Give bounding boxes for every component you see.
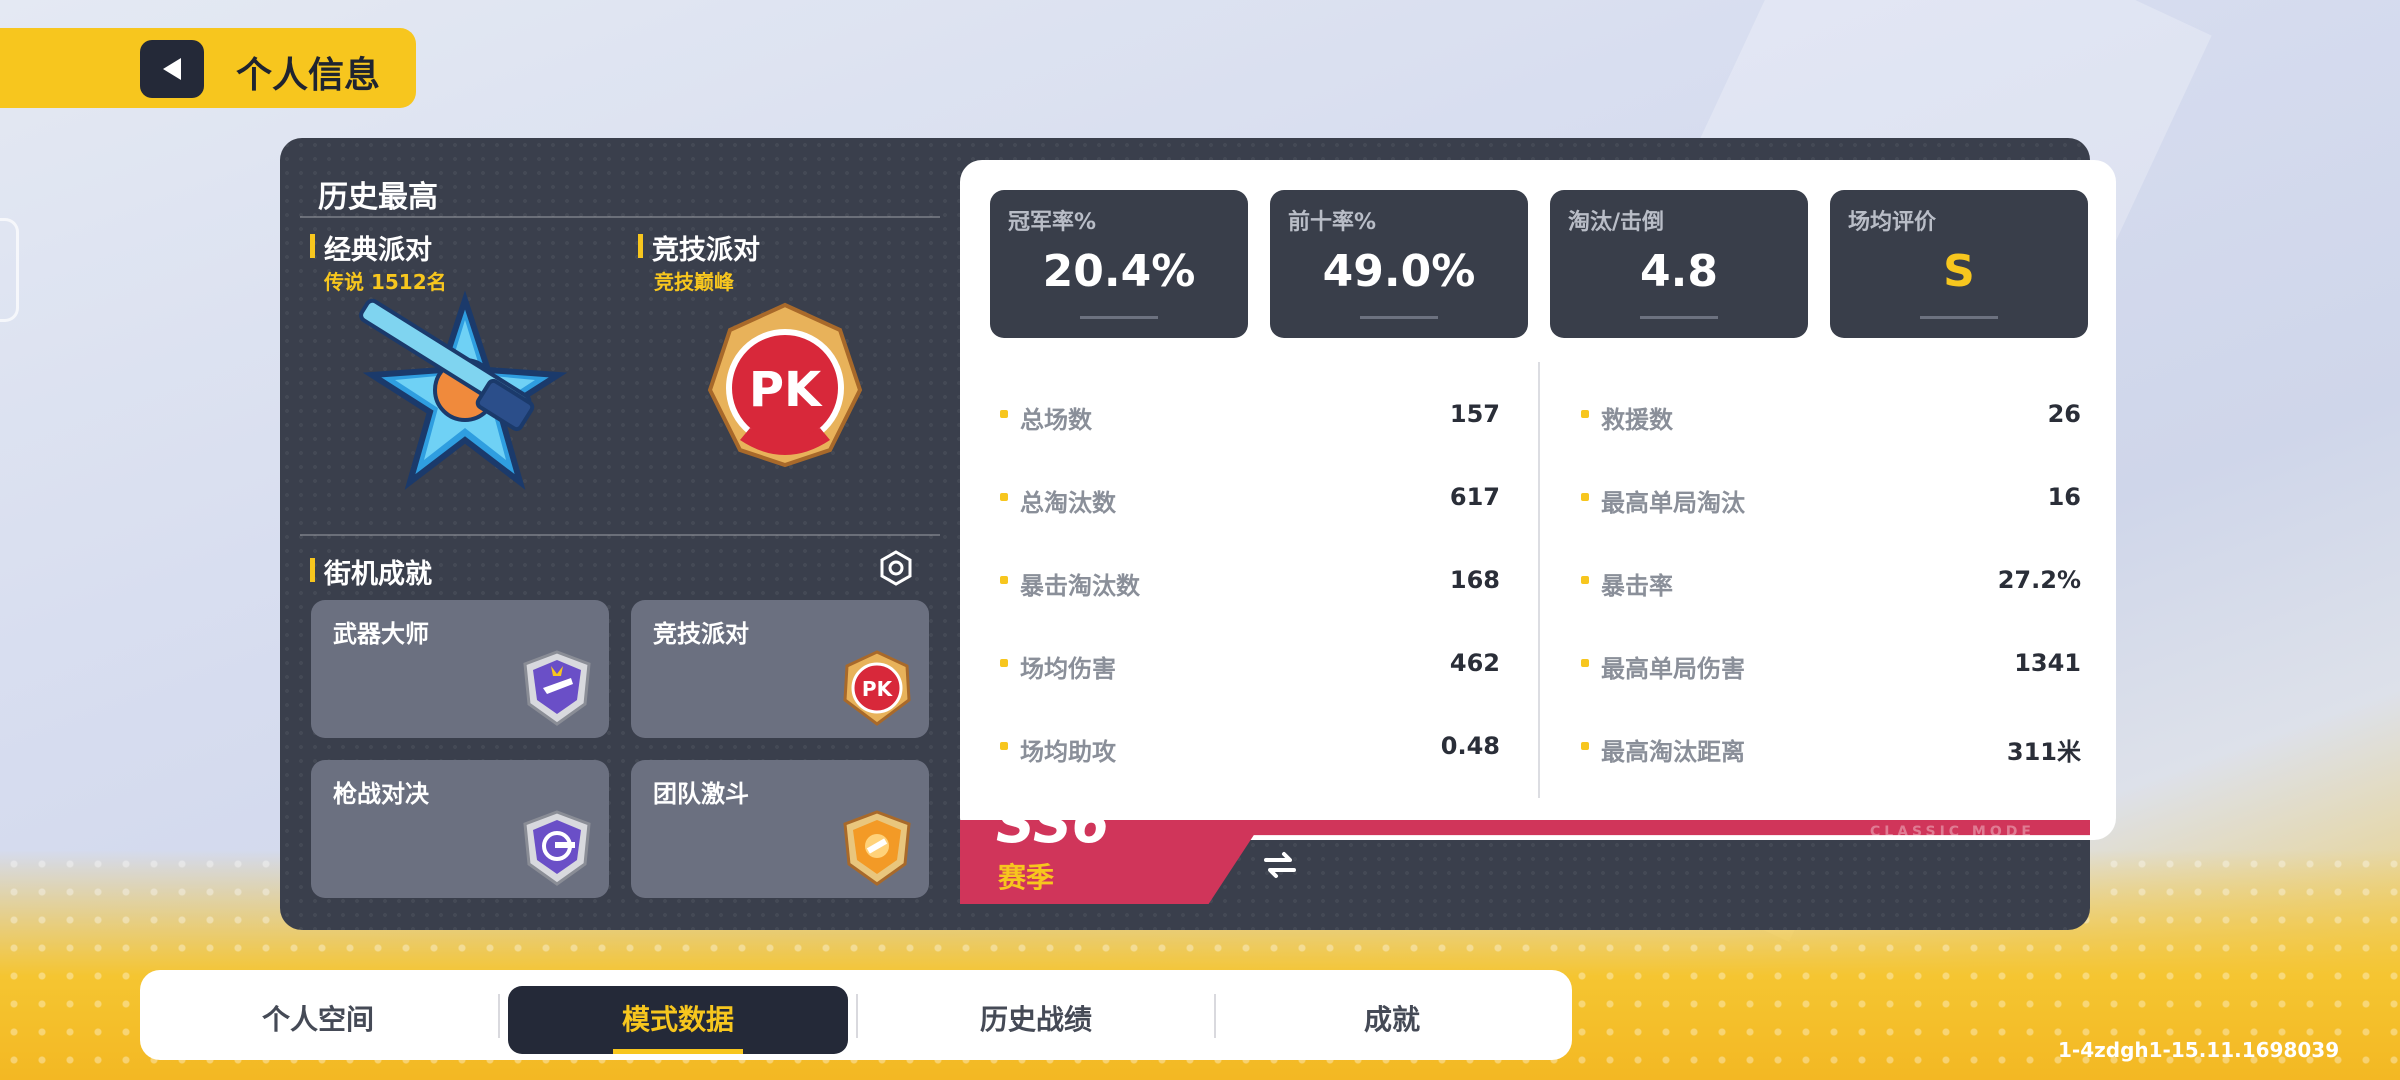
tab-match-history[interactable]: 历史战绩 bbox=[866, 986, 1206, 1054]
divider bbox=[300, 216, 940, 218]
classic-mode-watermark: CLASSIC MODE bbox=[1870, 824, 2035, 840]
team-battle-badge-icon bbox=[843, 810, 911, 886]
version-label: 1-4zdgh1-15.11.1698039 bbox=[2058, 1038, 2340, 1062]
stat-row-value: 157 bbox=[1449, 400, 1500, 428]
stat-row: 最高单局淘汰 16 bbox=[1581, 477, 2081, 517]
settings-gear-icon[interactable] bbox=[878, 550, 914, 586]
competitive-party-heading: 竞技派对 bbox=[638, 228, 760, 267]
tab-personal-space[interactable]: 个人空间 bbox=[148, 986, 488, 1054]
competitive-party-badge-icon: PK bbox=[843, 650, 911, 726]
stat-row: 场均助攻 0.48 bbox=[1000, 726, 1500, 766]
stat-row-value: 0.48 bbox=[1440, 732, 1500, 760]
tab-divider bbox=[856, 994, 858, 1038]
arcade-achievements-heading: 街机成就 bbox=[310, 552, 432, 591]
bullet-icon bbox=[1581, 742, 1589, 750]
stat-row-label: 救援数 bbox=[1601, 406, 1673, 434]
column-divider bbox=[1538, 362, 1540, 798]
stat-row-label: 场均助攻 bbox=[1020, 738, 1116, 766]
stat-box-elim-knockdown: 淘汰/击倒 4.8 bbox=[1550, 190, 1808, 338]
tab-divider bbox=[1214, 994, 1216, 1038]
stat-box-top-ten-rate: 前十率% 49.0% bbox=[1270, 190, 1528, 338]
stat-row-value: 16 bbox=[2047, 483, 2081, 511]
stat-row-value: 26 bbox=[2047, 400, 2081, 428]
card-label: 枪战对决 bbox=[333, 780, 429, 808]
weapon-master-badge-icon bbox=[523, 650, 591, 726]
stat-row-label: 暴击淘汰数 bbox=[1020, 572, 1140, 600]
stat-underline bbox=[1360, 316, 1438, 319]
stat-row-value: 27.2% bbox=[1997, 566, 2081, 594]
stat-row: 场均伤害 462 bbox=[1000, 643, 1500, 683]
bullet-icon bbox=[1581, 576, 1589, 584]
classic-party-heading: 经典派对 bbox=[310, 228, 432, 267]
stat-row-label: 总场数 bbox=[1020, 406, 1092, 434]
stat-underline bbox=[1640, 316, 1718, 319]
stat-row: 总场数 157 bbox=[1000, 394, 1500, 434]
bullet-icon bbox=[1581, 659, 1589, 667]
stat-row-value: 168 bbox=[1449, 566, 1500, 594]
stat-row-value: 311米 bbox=[2006, 738, 2081, 766]
season-code: SS6 bbox=[996, 792, 1110, 855]
stat-row-label: 总淘汰数 bbox=[1020, 489, 1116, 517]
pk-peak-badge-icon: PK bbox=[707, 302, 863, 468]
stat-value: 20.4% bbox=[1042, 246, 1196, 297]
stat-row-label: 最高单局伤害 bbox=[1601, 655, 1745, 683]
bullet-icon bbox=[1581, 493, 1589, 501]
bullet-icon bbox=[1581, 410, 1589, 418]
tab-mode-data[interactable]: 模式数据 bbox=[508, 986, 848, 1054]
bullet-icon bbox=[1000, 659, 1008, 667]
legend-rank-badge-icon bbox=[359, 290, 568, 490]
stat-box-win-rate: 冠军率% 20.4% bbox=[990, 190, 1248, 338]
achievement-card-team-battle[interactable]: 团队激斗 bbox=[631, 760, 929, 898]
achievement-card-competitive-party[interactable]: 竞技派对 PK bbox=[631, 600, 929, 738]
tab-divider bbox=[498, 994, 500, 1038]
stat-value: 4.8 bbox=[1640, 246, 1718, 297]
svg-text:PK: PK bbox=[749, 362, 823, 418]
season-switch-icon[interactable] bbox=[1262, 850, 1298, 880]
card-label: 团队激斗 bbox=[653, 780, 749, 808]
stat-box-average-rating: 场均评价 S bbox=[1830, 190, 2088, 338]
stat-row: 最高淘汰距离 311米 bbox=[1581, 726, 2081, 766]
stat-row: 暴击率 27.2% bbox=[1581, 560, 2081, 600]
achievement-card-gunfight-duel[interactable]: 枪战对决 bbox=[311, 760, 609, 898]
page-title: 个人信息 bbox=[236, 55, 381, 96]
stat-value: 49.0% bbox=[1322, 246, 1476, 297]
gunfight-duel-badge-icon bbox=[523, 810, 591, 886]
stat-label: 场均评价 bbox=[1848, 210, 1937, 235]
card-label: 武器大师 bbox=[333, 620, 429, 648]
stat-value: S bbox=[1943, 246, 1975, 297]
stat-row-label: 最高单局淘汰 bbox=[1601, 489, 1745, 517]
bullet-icon bbox=[1000, 742, 1008, 750]
season-label: 赛季 bbox=[998, 861, 1055, 894]
stat-row: 总淘汰数 617 bbox=[1000, 477, 1500, 517]
stat-row: 暴击淘汰数 168 bbox=[1000, 560, 1500, 600]
stat-label: 冠军率% bbox=[1008, 210, 1097, 235]
stat-row-label: 场均伤害 bbox=[1020, 655, 1116, 683]
bullet-icon bbox=[1000, 493, 1008, 501]
history-best-title: 历史最高 bbox=[318, 180, 438, 215]
back-button[interactable] bbox=[140, 40, 204, 98]
stat-row-value: 1341 bbox=[2014, 649, 2081, 677]
stat-row-label: 最高淘汰距离 bbox=[1601, 738, 1745, 766]
stat-row-label: 暴击率 bbox=[1601, 572, 1673, 600]
achievement-card-weapon-master[interactable]: 武器大师 bbox=[311, 600, 609, 738]
stat-row-value: 617 bbox=[1449, 483, 1500, 511]
side-pull-tab[interactable] bbox=[0, 218, 19, 322]
bullet-icon bbox=[1000, 576, 1008, 584]
svg-text:PK: PK bbox=[862, 677, 894, 701]
card-label: 竞技派对 bbox=[653, 620, 749, 648]
bullet-icon bbox=[1000, 410, 1008, 418]
competitive-party-rank: 竞技巅峰 bbox=[654, 270, 734, 294]
stat-label: 淘汰/击倒 bbox=[1568, 210, 1665, 235]
stat-row: 最高单局伤害 1341 bbox=[1581, 643, 2081, 683]
stat-label: 前十率% bbox=[1288, 210, 1377, 235]
stat-underline bbox=[1080, 316, 1158, 319]
stat-underline bbox=[1920, 316, 1998, 319]
tab-achievements[interactable]: 成就 bbox=[1222, 986, 1562, 1054]
divider bbox=[300, 534, 940, 536]
back-arrow-icon bbox=[163, 58, 181, 80]
stat-row-value: 462 bbox=[1449, 649, 1500, 677]
stat-row: 救援数 26 bbox=[1581, 394, 2081, 434]
